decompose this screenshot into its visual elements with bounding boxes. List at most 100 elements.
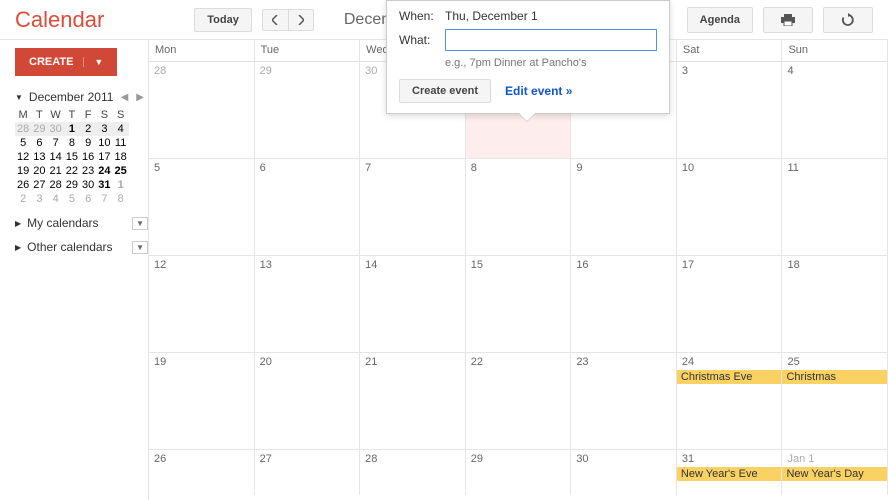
today-button[interactable]: Today — [194, 8, 252, 32]
day-cell[interactable]: 11 — [782, 159, 888, 255]
day-cell[interactable]: 31New Year's Eve — [677, 450, 783, 495]
prev-period-button[interactable] — [262, 9, 288, 31]
when-value: Thu, December 1 — [445, 9, 538, 23]
day-cell[interactable]: 23 — [571, 353, 677, 449]
mini-day[interactable]: 4 — [113, 122, 129, 136]
mini-day[interactable]: 11 — [113, 136, 129, 150]
mini-day[interactable]: 3 — [31, 192, 47, 206]
mini-day[interactable]: 24 — [96, 164, 112, 178]
day-cell[interactable]: 3 — [677, 62, 783, 158]
other-calendars-menu[interactable]: ▼ — [132, 241, 148, 254]
mini-day[interactable]: 29 — [64, 178, 80, 192]
mini-day[interactable]: 2 — [80, 122, 96, 136]
calendar-event[interactable]: New Year's Eve — [677, 467, 782, 481]
mini-day[interactable]: 30 — [80, 178, 96, 192]
mini-day[interactable]: 6 — [31, 136, 47, 150]
mini-day[interactable]: 27 — [31, 178, 47, 192]
calendar-event[interactable]: Christmas — [782, 370, 887, 384]
mini-day[interactable]: 3 — [96, 122, 112, 136]
day-cell[interactable]: 6 — [255, 159, 361, 255]
mini-day[interactable]: 19 — [15, 164, 31, 178]
agenda-view-button[interactable]: Agenda — [687, 7, 753, 33]
month-grid: 2829301234567891011121314151617181920212… — [149, 62, 888, 495]
day-cell[interactable]: 4 — [782, 62, 888, 158]
mini-day[interactable]: 5 — [15, 136, 31, 150]
day-cell[interactable]: 14 — [360, 256, 466, 352]
refresh-button[interactable] — [823, 7, 873, 33]
what-label: What: — [399, 33, 445, 47]
mini-day[interactable]: 10 — [96, 136, 112, 150]
mini-prev-button[interactable]: ◀ — [117, 92, 133, 103]
mini-next-button[interactable]: ▶ — [132, 92, 148, 103]
create-event-submit[interactable]: Create event — [399, 79, 491, 103]
day-cell[interactable]: 16 — [571, 256, 677, 352]
create-event-button[interactable]: CREATE ▼ — [15, 48, 117, 76]
app-logo[interactable]: Calendar — [15, 7, 104, 33]
mini-day[interactable]: 21 — [48, 164, 64, 178]
mini-day[interactable]: 8 — [64, 136, 80, 150]
edit-event-link[interactable]: Edit event » — [505, 84, 572, 98]
print-icon — [781, 14, 795, 26]
mini-day[interactable]: 6 — [80, 192, 96, 206]
day-cell[interactable]: 24Christmas Eve — [677, 353, 783, 449]
day-cell[interactable]: 17 — [677, 256, 783, 352]
day-cell[interactable]: 27 — [255, 450, 361, 495]
mini-day[interactable]: 17 — [96, 150, 112, 164]
day-cell[interactable]: 26 — [149, 450, 255, 495]
mini-day[interactable]: 5 — [64, 192, 80, 206]
mini-day[interactable]: 29 — [31, 122, 47, 136]
mini-day[interactable]: 26 — [15, 178, 31, 192]
day-cell[interactable]: 7 — [360, 159, 466, 255]
day-cell[interactable]: 28 — [360, 450, 466, 495]
mini-day[interactable]: 8 — [113, 192, 129, 206]
calendar-event[interactable]: Christmas Eve — [677, 370, 782, 384]
my-calendars-menu[interactable]: ▼ — [132, 217, 148, 230]
mini-day[interactable]: 20 — [31, 164, 47, 178]
event-title-input[interactable] — [445, 29, 657, 51]
collapse-icon[interactable]: ▼ — [15, 93, 23, 102]
mini-day[interactable]: 4 — [48, 192, 64, 206]
day-cell[interactable]: 20 — [255, 353, 361, 449]
mini-day[interactable]: 9 — [80, 136, 96, 150]
calendar-event[interactable]: New Year's Day — [782, 467, 887, 481]
mini-day[interactable]: 22 — [64, 164, 80, 178]
day-cell[interactable]: 28 — [149, 62, 255, 158]
mini-day[interactable]: 25 — [113, 164, 129, 178]
mini-day[interactable]: 13 — [31, 150, 47, 164]
mini-day[interactable]: 28 — [48, 178, 64, 192]
mini-day[interactable]: 18 — [113, 150, 129, 164]
day-cell[interactable]: 12 — [149, 256, 255, 352]
mini-day[interactable]: 16 — [80, 150, 96, 164]
mini-day[interactable]: 31 — [96, 178, 112, 192]
mini-day[interactable]: 7 — [48, 136, 64, 150]
day-cell[interactable]: 18 — [782, 256, 888, 352]
mini-day[interactable]: 1 — [113, 178, 129, 192]
mini-day[interactable]: 30 — [48, 122, 64, 136]
day-cell[interactable]: 21 — [360, 353, 466, 449]
mini-day[interactable]: 7 — [96, 192, 112, 206]
day-cell[interactable]: 22 — [466, 353, 572, 449]
other-calendars-section[interactable]: ▶ Other calendars ▼ — [15, 240, 148, 254]
mini-day[interactable]: 2 — [15, 192, 31, 206]
mini-day[interactable]: 15 — [64, 150, 80, 164]
print-button[interactable] — [763, 7, 813, 33]
day-cell[interactable]: 8 — [466, 159, 572, 255]
next-period-button[interactable] — [288, 9, 314, 31]
mini-day[interactable]: 12 — [15, 150, 31, 164]
day-cell[interactable]: 30 — [571, 450, 677, 495]
day-cell[interactable]: 15 — [466, 256, 572, 352]
day-cell[interactable]: Jan 1New Year's Day — [782, 450, 888, 495]
mini-day[interactable]: 23 — [80, 164, 96, 178]
my-calendars-section[interactable]: ▶ My calendars ▼ — [15, 216, 148, 230]
mini-day[interactable]: 28 — [15, 122, 31, 136]
day-cell[interactable]: 5 — [149, 159, 255, 255]
day-cell[interactable]: 29 — [466, 450, 572, 495]
mini-day[interactable]: 1 — [64, 122, 80, 136]
day-cell[interactable]: 10 — [677, 159, 783, 255]
day-cell[interactable]: 13 — [255, 256, 361, 352]
day-cell[interactable]: 19 — [149, 353, 255, 449]
day-cell[interactable]: 9 — [571, 159, 677, 255]
day-cell[interactable]: 25Christmas — [782, 353, 888, 449]
mini-day[interactable]: 14 — [48, 150, 64, 164]
day-cell[interactable]: 29 — [255, 62, 361, 158]
